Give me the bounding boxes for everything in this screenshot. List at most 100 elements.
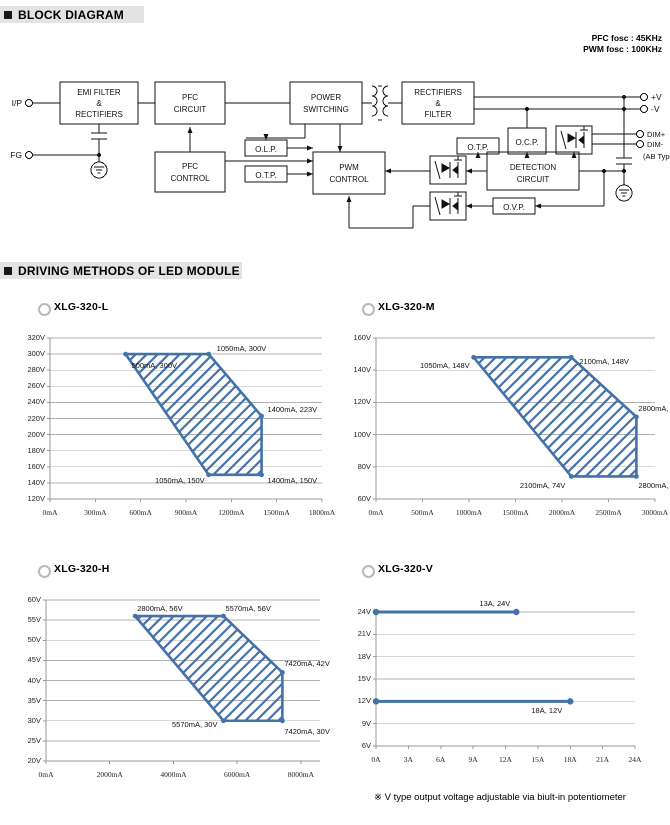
block-olp-label: O.L.P.	[255, 145, 277, 154]
chart-v-ytick: 24V	[357, 607, 371, 616]
chart-l-ytick: 200V	[27, 429, 45, 439]
chart-l-ytick: 260V	[27, 381, 45, 391]
chart-v-ytick: 12V	[357, 696, 371, 706]
chart-h-ytick: 60V	[27, 595, 41, 604]
chart-m-data-label: 2800mA, 111V	[638, 403, 670, 413]
chart-h-data-label: 7420mA, 30V	[284, 726, 330, 736]
block-detection-line2: CIRCUIT	[517, 175, 550, 184]
chart-h-svg	[43, 599, 320, 764]
chart-l-data-label: 500mA, 300V	[131, 361, 177, 371]
chart-v-ytick: 21V	[357, 629, 371, 639]
chart-l-ytick: 140V	[27, 477, 45, 487]
chart-m-data-label: 1050mA, 148V	[420, 361, 470, 371]
chart-v-ytick: 9V	[361, 718, 371, 728]
chart-l-data-label: 1050mA, 150V	[155, 475, 205, 485]
chart-title-v: XLG-320-V	[378, 563, 433, 575]
block-emi-line2: &	[96, 99, 102, 108]
terminal-ip-label: I/P	[12, 98, 23, 108]
block-otp1-label: O.T.P.	[255, 171, 276, 180]
block-power-switching-line1: POWER	[311, 93, 341, 102]
chart-h-ytick: 45V	[27, 655, 41, 665]
chart-l-ytick: 280V	[27, 365, 45, 375]
chart-xlg-320-m: 60V 80V 100V 120V 140V 160V 0mA 500mA 1000mA 1500…	[340, 330, 670, 525]
chart-xlg-320-l: 120V 140V 160V 180V 200V 220V 240V 260V 280V 300V…	[10, 330, 335, 525]
chart-l-data-label: 1050mA, 300V	[216, 344, 267, 354]
terminal-vminus-label: -V	[651, 104, 660, 114]
chart-l-ytick: 320V	[27, 333, 45, 342]
bullet-square-icon-2	[4, 266, 12, 275]
block-otp2-label: O.T.P.	[467, 143, 488, 152]
chart-h-data-label: 5570mA, 30V	[172, 719, 218, 729]
chart-v-data-label: 18A, 12V	[531, 706, 563, 716]
block-pfc-control-line2: CONTROL	[170, 174, 210, 183]
chart-title-h: XLG-320-H	[54, 563, 110, 575]
chart-m-ytick: 80V	[357, 461, 371, 471]
terminal-fg-label: FG	[10, 150, 22, 160]
chart-title-l: XLG-320-L	[54, 301, 109, 313]
chart-m-data-label: 2800mA, 74V	[638, 481, 670, 491]
chart-v-ytick: 18V	[357, 651, 371, 661]
v-type-note: ※ V type output voltage adjustable via b…	[374, 792, 626, 803]
chart-m-ytick: 120V	[353, 397, 371, 407]
chart-l-ytick: 240V	[27, 397, 45, 407]
block-ocp-label: O.C.P.	[516, 138, 539, 147]
block-rect-filter-line1: RECTIFIERS	[414, 88, 462, 97]
chart-v-ytick: 15V	[357, 674, 371, 683]
chart-v-ytick: 6V	[361, 741, 371, 750]
block-pfc-control-line1: PFC	[182, 162, 198, 171]
block-diagram: EMI FILTER & RECTIFIERS PFC CIRCUIT PFC …	[10, 81, 670, 229]
chart-l-ytick: 160V	[27, 461, 45, 471]
chart-l-svg	[47, 337, 323, 502]
opto-glyph-detection	[434, 156, 462, 180]
chart-m-ytick: 160V	[353, 333, 371, 342]
chart-h-ytick: 40V	[27, 675, 41, 685]
chart-bullet-icon-l	[38, 303, 51, 316]
chart-l-ytick: 120V	[27, 494, 45, 503]
chart-v-svg	[372, 608, 636, 749]
chart-m-xtick: 3000mA	[641, 508, 669, 517]
terminal-vplus-label: +V	[651, 92, 662, 102]
block-emi-line3: RECTIFIERS	[75, 110, 123, 119]
chart-h-ytick: 55V	[27, 615, 41, 625]
chart-m-ytick: 140V	[353, 365, 371, 375]
chart-h-ytick: 35V	[27, 695, 41, 705]
block-power-switching-line2: SWITCHING	[303, 105, 349, 114]
block-pfc-control	[154, 151, 226, 193]
chart-l-ytick: 220V	[27, 413, 45, 423]
chart-m-ytick: 60V	[357, 494, 371, 503]
block-ovp-label: O.V.P.	[503, 203, 525, 212]
chart-h-ytick: 20V	[27, 756, 41, 765]
block-pwm-control-line1: PWM	[339, 163, 359, 172]
bullet-square-icon	[4, 10, 12, 19]
block-detection-line1: DETECTION	[510, 163, 556, 172]
pfc-fosc-label: PFC fosc : 45KHz PWM fosc : 100KHz	[583, 33, 662, 55]
block-rect-filter-line2: &	[435, 99, 441, 108]
opto-glyph-ovp	[434, 192, 462, 216]
chart-bullet-icon-v	[362, 565, 375, 578]
opto-glyph-dim	[560, 126, 588, 150]
chart-h-ytick: 30V	[27, 715, 41, 725]
block-rect-filter-line3: FILTER	[425, 110, 452, 119]
chart-l-ytick: 180V	[27, 445, 45, 455]
chart-bullet-icon-h	[38, 565, 51, 578]
terminal-ab-type-label: (AB Type)	[643, 152, 670, 161]
block-emi-line1: EMI FILTER	[77, 88, 121, 97]
chart-xlg-320-h: 20V 25V 30V 35V 40V 45V 50V 55V 60V 0mA 2000mA 4000…	[10, 592, 330, 787]
terminal-dim-plus-label: DIM+	[647, 130, 666, 139]
block-diagram-title: BLOCK DIAGRAM	[18, 7, 124, 22]
chart-h-xtick: 2000mA	[96, 770, 123, 779]
driving-methods-section-header: DRIVING METHODS OF LED MODULE	[0, 262, 242, 279]
block-pfc-circuit	[154, 81, 226, 125]
chart-h-xtick: 8000mA	[287, 770, 314, 779]
chart-title-m: XLG-320-M	[378, 301, 435, 313]
block-diagram-section-header: BLOCK DIAGRAM	[0, 6, 144, 23]
chart-m-data-label: 2100mA, 74V	[519, 481, 566, 491]
chart-bullet-icon-m	[362, 303, 375, 316]
chart-h-ytick: 25V	[27, 735, 41, 745]
block-pwm-control	[312, 151, 386, 195]
block-power-switching	[289, 81, 363, 125]
chart-v-xtick: 24A	[628, 755, 642, 764]
block-pfc-circuit-line1: PFC	[182, 93, 198, 102]
chart-xlg-320-v: 6V 9V 12V 15V 18V 21V 24V 0A 3A 6A 9A 12A 15A 18A 21A 2…	[340, 592, 665, 772]
terminal-dim-minus-label: DIM-	[647, 140, 664, 149]
